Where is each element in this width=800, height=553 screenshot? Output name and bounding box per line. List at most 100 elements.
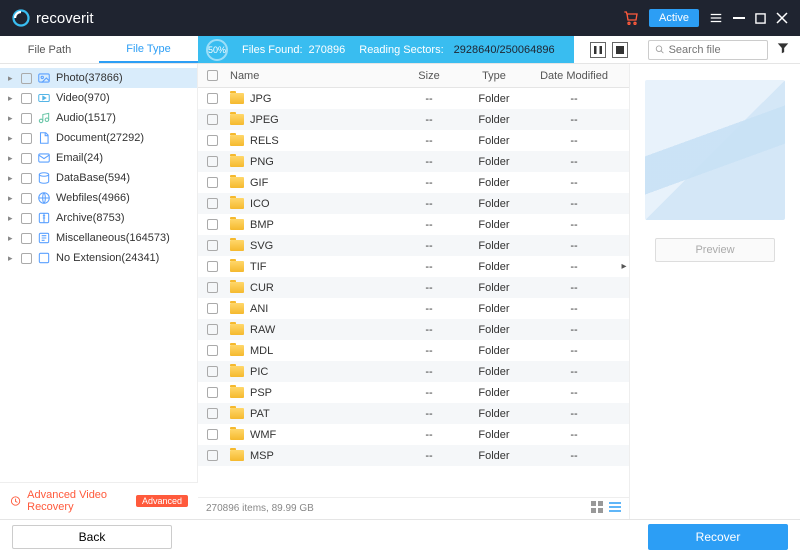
row-type: Folder	[459, 303, 529, 315]
col-name[interactable]: Name	[226, 70, 399, 82]
table-row[interactable]: RAW--Folder--	[198, 319, 629, 340]
row-checkbox[interactable]	[207, 387, 218, 398]
table-row[interactable]: JPG--Folder--	[198, 88, 629, 109]
folder-icon	[230, 261, 244, 272]
filter-icon[interactable]	[776, 41, 790, 58]
search-box[interactable]	[648, 40, 768, 60]
col-date[interactable]: Date Modified	[529, 70, 619, 82]
tab-file-path[interactable]: File Path	[0, 36, 99, 63]
maximize-icon[interactable]	[755, 13, 766, 24]
row-checkbox[interactable]	[207, 429, 218, 440]
row-size: --	[399, 324, 459, 336]
category-checkbox[interactable]	[21, 173, 32, 184]
row-checkbox[interactable]	[207, 408, 218, 419]
table-row[interactable]: MSP--Folder--	[198, 445, 629, 466]
row-checkbox[interactable]	[207, 219, 218, 230]
row-checkbox[interactable]	[207, 450, 218, 461]
row-checkbox[interactable]	[207, 261, 218, 272]
minimize-icon[interactable]	[733, 12, 745, 24]
row-checkbox[interactable]	[207, 366, 218, 377]
category-checkbox[interactable]	[21, 93, 32, 104]
row-checkbox[interactable]	[207, 177, 218, 188]
tab-file-type[interactable]: File Type	[99, 36, 198, 63]
table-row[interactable]: MDL--Folder--	[198, 340, 629, 361]
table-row[interactable]: PAT--Folder--	[198, 403, 629, 424]
category-checkbox[interactable]	[21, 153, 32, 164]
back-button[interactable]: Back	[12, 525, 172, 549]
category-checkbox[interactable]	[21, 233, 32, 244]
row-checkbox[interactable]	[207, 303, 218, 314]
table-row[interactable]: PSP--Folder--	[198, 382, 629, 403]
files-found-label: Files Found:	[242, 44, 303, 56]
category-checkbox[interactable]	[21, 73, 32, 84]
row-checkbox[interactable]	[207, 240, 218, 251]
table-row[interactable]: GIF--Folder--	[198, 172, 629, 193]
list-view-icon[interactable]	[609, 501, 621, 516]
close-icon[interactable]	[776, 12, 788, 24]
sidebar-item-noext[interactable]: ▸ No Extension(24341)	[0, 248, 197, 268]
table-row[interactable]: RELS--Folder--	[198, 130, 629, 151]
table-row[interactable]: BMP--Folder--	[198, 214, 629, 235]
row-checkbox[interactable]	[207, 93, 218, 104]
category-checkbox[interactable]	[21, 133, 32, 144]
cart-icon[interactable]	[623, 10, 639, 26]
pause-button[interactable]	[590, 42, 606, 58]
grid-view-icon[interactable]	[591, 501, 603, 516]
category-label: No Extension(24341)	[56, 252, 159, 264]
table-row[interactable]: CUR--Folder--	[198, 277, 629, 298]
row-checkbox[interactable]	[207, 345, 218, 356]
chevron-right-icon: ▸	[8, 233, 16, 244]
sidebar-item-document[interactable]: ▸Document(27292)	[0, 128, 197, 148]
sidebar-item-email[interactable]: ▸Email(24)	[0, 148, 197, 168]
select-all-checkbox[interactable]	[207, 70, 218, 81]
row-checkbox[interactable]	[207, 156, 218, 167]
table-row[interactable]: ANI--Folder--	[198, 298, 629, 319]
sidebar-item-misc[interactable]: ▸Miscellaneous(164573)	[0, 228, 197, 248]
category-checkbox[interactable]	[21, 113, 32, 124]
row-name: CUR	[250, 282, 274, 294]
category-checkbox[interactable]	[21, 213, 32, 224]
category-checkbox[interactable]	[21, 253, 32, 264]
table-row[interactable]: ICO--Folder--	[198, 193, 629, 214]
active-button[interactable]: Active	[649, 9, 699, 27]
col-type[interactable]: Type	[459, 70, 529, 82]
sidebar-item-archive[interactable]: ▸Archive(8753)	[0, 208, 197, 228]
search-icon	[655, 44, 665, 55]
sidebar: ▸Photo(37866)▸Video(970)▸Audio(1517)▸Doc…	[0, 64, 198, 519]
row-checkbox[interactable]	[207, 324, 218, 335]
table-row[interactable]: WMF--Folder--	[198, 424, 629, 445]
table-row[interactable]: TIF--Folder--	[198, 256, 629, 277]
table-row[interactable]: SVG--Folder--	[198, 235, 629, 256]
sidebar-item-audio[interactable]: ▸Audio(1517)	[0, 108, 197, 128]
sidebar-item-database[interactable]: ▸DataBase(594)	[0, 168, 197, 188]
search-input[interactable]	[669, 44, 761, 56]
category-checkbox[interactable]	[21, 193, 32, 204]
row-name: GIF	[250, 177, 268, 189]
table-row[interactable]: PNG--Folder--	[198, 151, 629, 172]
sidebar-item-photo[interactable]: ▸Photo(37866)	[0, 68, 197, 88]
row-checkbox[interactable]	[207, 198, 218, 209]
recover-button[interactable]: Recover	[648, 524, 788, 550]
sidebar-item-video[interactable]: ▸Video(970)	[0, 88, 197, 108]
col-size[interactable]: Size	[399, 70, 459, 82]
folder-icon	[230, 156, 244, 167]
advanced-recovery[interactable]: Advanced Video Recovery Advanced	[0, 482, 198, 519]
chevron-right-icon: ▸	[8, 93, 16, 104]
advanced-icon	[10, 494, 21, 508]
folder-icon	[230, 240, 244, 251]
stop-button[interactable]	[612, 42, 628, 58]
row-checkbox[interactable]	[207, 282, 218, 293]
preview-button[interactable]: Preview	[655, 238, 775, 262]
category-label: DataBase(594)	[56, 172, 130, 184]
row-size: --	[399, 240, 459, 252]
menu-icon[interactable]	[709, 11, 723, 25]
folder-icon	[230, 429, 244, 440]
table-row[interactable]: JPEG--Folder--	[198, 109, 629, 130]
logo-icon	[12, 9, 30, 27]
chevron-right-icon: ▸	[8, 253, 16, 264]
row-checkbox[interactable]	[207, 135, 218, 146]
row-checkbox[interactable]	[207, 114, 218, 125]
sidebar-item-webfiles[interactable]: ▸Webfiles(4966)	[0, 188, 197, 208]
row-type: Folder	[459, 240, 529, 252]
table-row[interactable]: PIC--Folder--	[198, 361, 629, 382]
